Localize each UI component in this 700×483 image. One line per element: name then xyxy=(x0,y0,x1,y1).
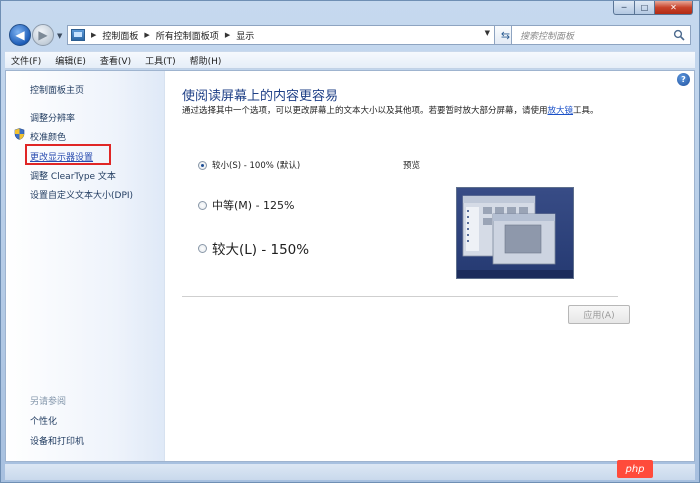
see-also-heading: 另请参阅 xyxy=(30,397,67,407)
address-bar[interactable]: ▶ 控制面板 ▶ 所有控制面板项 ▶ 显示 ▼ xyxy=(67,25,495,45)
option-smaller-label: 较小(S) - 100% (默认) xyxy=(212,161,301,171)
sidebar-item-adjust-cleartype[interactable]: 调整 ClearType 文本 xyxy=(30,169,116,182)
radio-larger[interactable] xyxy=(198,243,207,253)
window-caption-buttons: ─ □ ✕ xyxy=(613,1,693,15)
menu-bar: 文件(F) 编辑(E) 查看(V) 工具(T) 帮助(H) xyxy=(5,51,695,69)
main-pane: ? 使阅读屏幕上的内容更容易 通过选择其中一个选项，可以更改屏幕上的文本大小以及… xyxy=(166,71,694,461)
sidebar-item-change-display-settings[interactable]: 更改显示器设置 xyxy=(30,150,93,163)
recent-pages-dropdown[interactable]: ▼ xyxy=(57,32,62,40)
navigation-bar: ◀ ▶ ▼ ▶ 控制面板 ▶ 所有控制面板项 ▶ 显示 ▼ ⇆ 搜索控制面板 xyxy=(7,21,693,49)
menu-view[interactable]: 查看(V) xyxy=(100,54,131,67)
chevron-right-icon[interactable]: ▶ xyxy=(91,31,96,39)
preview-desktop-illustration xyxy=(457,195,573,278)
content-area: 控制面板主页 调整分辨率 校准颜色 更改显示器设置 调整 ClearType 文… xyxy=(5,70,695,462)
control-panel-icon xyxy=(71,29,85,41)
sidebar-item-personalization[interactable]: 个性化 xyxy=(30,414,57,427)
php-watermark-logo: php xyxy=(617,460,653,478)
maximize-button[interactable]: □ xyxy=(635,1,655,15)
breadcrumb-control-panel[interactable]: 控制面板 xyxy=(102,29,138,42)
page-description: 通过选择其中一个选项，可以更改屏幕上的文本大小以及其他项。若要暂时放大部分屏幕，… xyxy=(182,105,622,118)
refresh-icon: ⇆ xyxy=(500,28,511,42)
breadcrumb-display[interactable]: 显示 xyxy=(236,29,254,42)
option-larger-label: 较大(L) - 150% xyxy=(212,242,310,258)
magnifier-link[interactable]: 放大镜 xyxy=(548,106,574,116)
description-text: 通过选择其中一个选项，可以更改屏幕上的文本大小以及其他项。若要暂时放大部分屏幕，… xyxy=(182,106,548,116)
control-panel-window: ─ □ ✕ ◀ ▶ ▼ ▶ 控制面板 ▶ 所有控制面板项 ▶ 显示 ▼ ⇆ 搜索… xyxy=(0,0,700,483)
sidebar-item-control-panel-home[interactable]: 控制面板主页 xyxy=(30,83,84,96)
breadcrumb-all-items[interactable]: 所有控制面板项 xyxy=(156,29,219,42)
status-bar xyxy=(5,464,695,480)
menu-file[interactable]: 文件(F) xyxy=(11,54,41,67)
forward-button[interactable]: ▶ xyxy=(32,24,54,46)
option-medium[interactable]: 中等(M) - 125% xyxy=(198,197,294,213)
page-title: 使阅读屏幕上的内容更容易 xyxy=(182,89,339,104)
minimize-button[interactable]: ─ xyxy=(613,1,635,15)
task-pane: 控制面板主页 调整分辨率 校准颜色 更改显示器设置 调整 ClearType 文… xyxy=(6,71,165,461)
radio-smaller[interactable] xyxy=(198,160,207,170)
sidebar-item-adjust-resolution[interactable]: 调整分辨率 xyxy=(30,111,75,124)
help-icon[interactable]: ? xyxy=(677,73,690,86)
close-button[interactable]: ✕ xyxy=(655,1,693,15)
sidebar-item-devices-printers[interactable]: 设备和打印机 xyxy=(30,434,84,447)
address-dropdown-icon[interactable]: ▼ xyxy=(485,29,490,37)
radio-medium[interactable] xyxy=(198,200,207,210)
apply-button[interactable]: 应用(A) xyxy=(568,305,630,324)
sidebar-item-calibrate-color[interactable]: 校准颜色 xyxy=(30,130,66,143)
preview-image xyxy=(456,187,574,279)
search-placeholder: 搜索控制面板 xyxy=(520,31,575,42)
back-arrow-icon: ◀ xyxy=(15,28,25,42)
menu-tools[interactable]: 工具(T) xyxy=(145,54,176,67)
back-button[interactable]: ◀ xyxy=(9,24,31,46)
chevron-right-icon[interactable]: ▶ xyxy=(225,31,230,39)
description-text-end: 工具。 xyxy=(573,106,599,116)
search-icon[interactable] xyxy=(673,29,685,41)
option-larger[interactable]: 较大(L) - 150% xyxy=(198,238,309,258)
preview-label: 预览 xyxy=(403,161,421,171)
menu-edit[interactable]: 编辑(E) xyxy=(55,54,86,67)
option-smaller[interactable]: 较小(S) - 100% (默认) xyxy=(198,159,300,171)
search-input[interactable]: 搜索控制面板 xyxy=(511,25,691,45)
shield-icon xyxy=(14,128,25,140)
sidebar-item-custom-dpi[interactable]: 设置自定义文本大小(DPI) xyxy=(30,188,133,201)
menu-help[interactable]: 帮助(H) xyxy=(190,54,222,67)
divider xyxy=(182,296,618,297)
forward-arrow-icon: ▶ xyxy=(38,28,48,42)
chevron-right-icon[interactable]: ▶ xyxy=(144,31,149,39)
option-medium-label: 中等(M) - 125% xyxy=(212,199,295,212)
